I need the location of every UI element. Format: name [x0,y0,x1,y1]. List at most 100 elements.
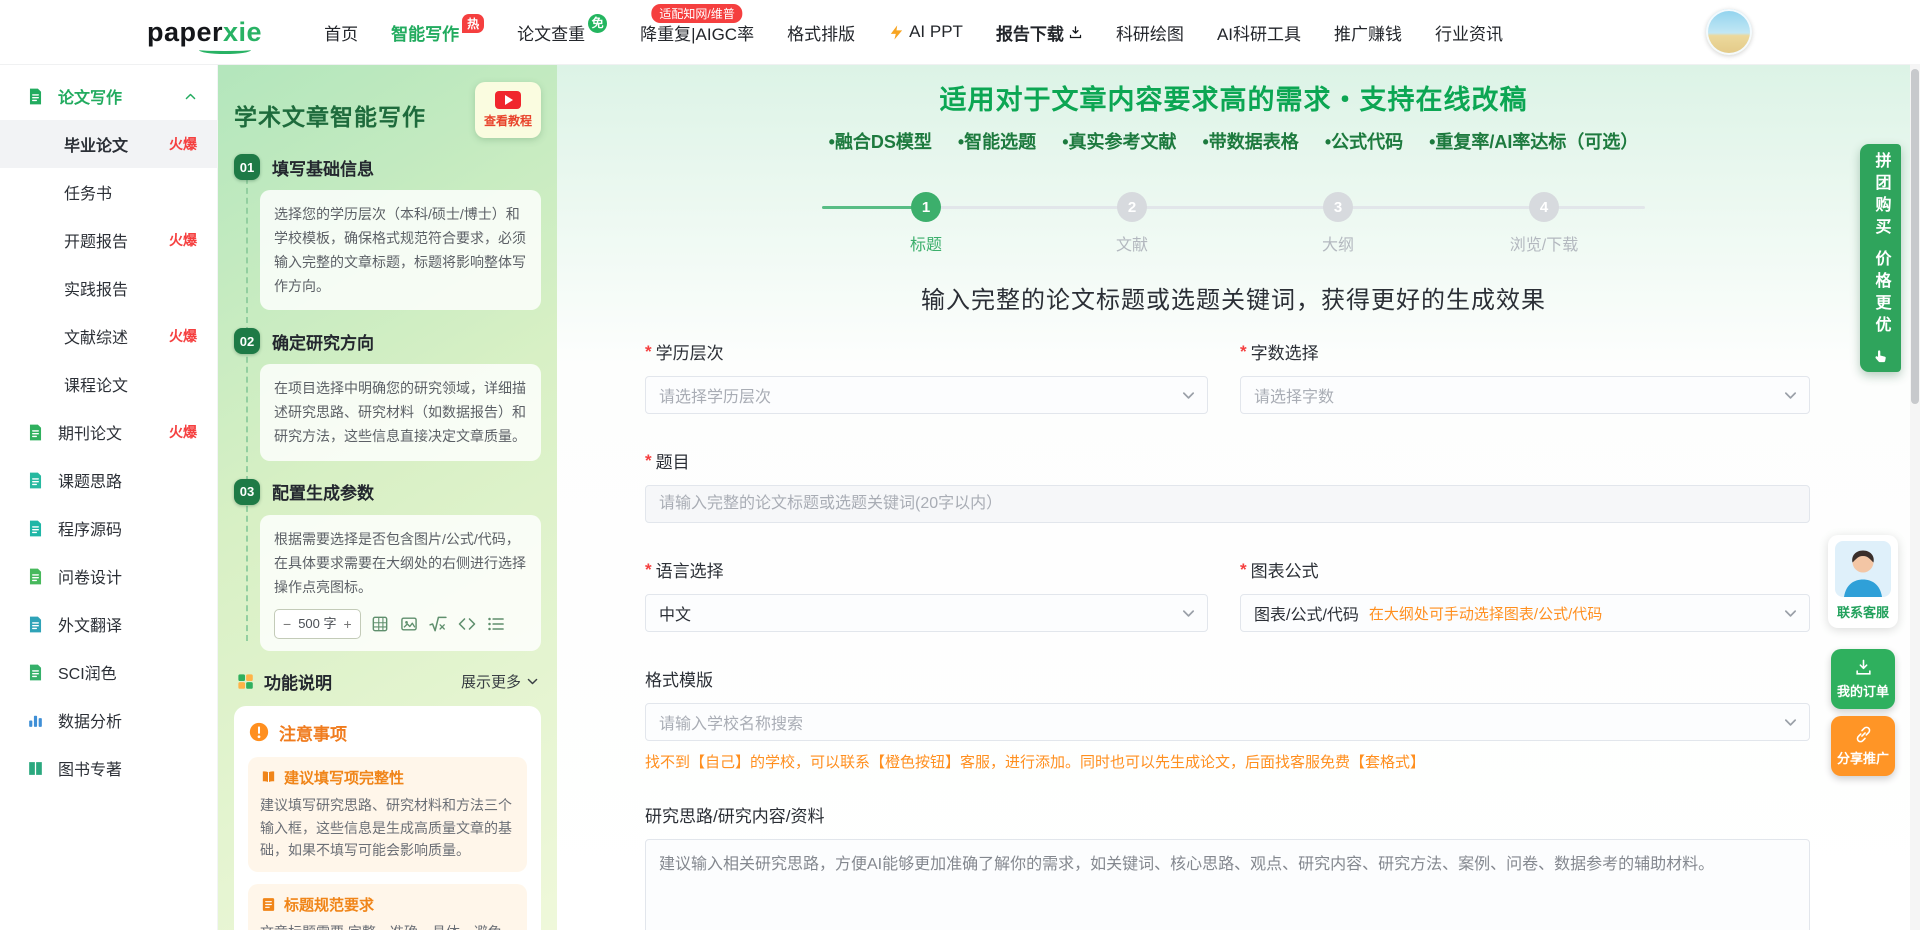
notice-item-title: 标题规范要求 [284,894,374,915]
group-buy-banner[interactable]: 拼团购买 价格更优 [1860,144,1901,372]
sidebar-item-data-analysis[interactable]: 数据分析 [0,696,217,744]
link-icon [1854,725,1873,744]
chevron-down-icon [1181,606,1196,621]
outline-list-icon[interactable] [486,614,506,634]
code-icon[interactable] [457,614,477,634]
notice-item-body: 建议填写研究思路、研究材料和方法三个输入框，这些信息是生成高质量文章的基础，如果… [260,794,515,862]
step-outline[interactable]: 3 大纲 [1268,192,1408,255]
nav-item-ai-ppt[interactable]: AI PPT [888,22,963,42]
degree-label: * 学历层次 [645,339,1208,364]
step-number-badge: 01 [234,154,260,180]
guide-step-2-desc: 在项目选择中明确您的研究领域，详细描述研究思路、研究材料（如数据报告）和研究方法… [260,364,541,460]
select-placeholder: 请选择学历层次 [659,383,771,407]
logo-underline [199,46,251,54]
formula-icon[interactable] [428,614,448,634]
nav-item-smart-writing[interactable]: 智能写作 热 [391,20,484,45]
research-textarea-wrap: 0/1500 [645,839,1810,930]
show-more-button[interactable]: 展示更多 [461,671,539,692]
page-scrollbar[interactable] [1910,64,1920,930]
sidebar-item-proposal-report[interactable]: 开题报告 火爆 [0,216,217,264]
sidebar-item-label: 外文翻译 [58,612,122,636]
step-circle: 2 [1117,192,1147,222]
field-label-text: 图表公式 [1251,557,1319,582]
left-sidebar: 论文写作 毕业论文 火爆 任务书 开题报告 火爆 实践报告 文献综述 火爆 课程… [0,64,218,930]
minus-button[interactable]: − [283,612,291,636]
guide-step-title: 填写基础信息 [272,155,374,180]
sidebar-item-foreign-translation[interactable]: 外文翻译 [0,600,217,648]
nav-label: 智能写作 [391,20,459,45]
journal-paper-icon [26,423,45,442]
feature-item: •公式代码 [1325,128,1403,154]
nav-item-plagiarism-check[interactable]: 论文查重 免 [517,20,607,45]
nav-item-format-typeset[interactable]: 格式排版 [787,20,855,45]
degree-select[interactable]: 请选择学历层次 [645,376,1208,414]
word-count-select[interactable]: 请选择字数 [1240,376,1810,414]
image-icon[interactable] [399,614,419,634]
sidebar-item-label: 开题报告 [64,228,128,252]
plus-button[interactable]: + [344,612,352,636]
sidebar-item-questionnaire-design[interactable]: 问卷设计 [0,552,217,600]
download-arrow-icon [1068,25,1083,40]
notice-item-completeness: 建议填写项完整性 建议填写研究思路、研究材料和方法三个输入框，这些信息是生成高质… [248,757,527,872]
step-title[interactable]: 1 标题 [856,192,996,255]
sidebar-item-graduation-thesis[interactable]: 毕业论文 火爆 [0,120,217,168]
contact-service-widget[interactable]: 联系客服 [1828,535,1898,628]
notice-card: 注意事项 建议填写项完整性 建议填写研究思路、研究材料和方法三个输入框，这些信息… [234,706,541,930]
template-select[interactable]: 请输入学校名称搜索 [645,703,1810,741]
language-select[interactable]: 中文 [645,594,1208,632]
title-input[interactable] [645,485,1810,523]
step-preview-download[interactable]: 4 浏览/下载 [1474,192,1614,255]
sidebar-item-label: 课程论文 [64,372,128,396]
view-tutorial-button[interactable]: 查看教程 [475,82,541,138]
notice-item-title: 建议填写项完整性 [284,767,404,788]
template-label: 格式模版 [645,666,1810,691]
nav-item-home[interactable]: 首页 [324,20,358,45]
sidebar-item-task-book[interactable]: 任务书 [0,168,217,216]
my-orders-button[interactable]: 我的订单 [1831,649,1895,709]
share-promote-button[interactable]: 分享推广 [1831,716,1895,776]
sidebar-item-journal-paper[interactable]: 期刊论文 火爆 [0,408,217,456]
sidebar-group-paper-writing[interactable]: 论文写作 [0,72,217,120]
feature-item: •带数据表格 [1203,128,1299,154]
sidebar-item-sci-polish[interactable]: SCI润色 [0,648,217,696]
guide-step-1-desc: 选择您的学历层次（本科/硕士/博士）和学校模板，确保格式规范符合要求，必须输入完… [260,190,541,310]
language-label: * 语言选择 [645,557,1208,582]
sidebar-item-topic-ideas[interactable]: 课题思路 [0,456,217,504]
sci-polish-icon [26,663,45,682]
brand-logo[interactable]: paperxie [147,17,262,48]
guide-step-3-header: 03 配置生成参数 [234,479,541,505]
sidebar-item-course-paper[interactable]: 课程论文 [0,360,217,408]
scrollbar-thumb[interactable] [1911,69,1919,404]
table-icon[interactable] [370,614,390,634]
notice-item-header: 建议填写项完整性 [260,767,515,788]
step-literature[interactable]: 2 文献 [1062,192,1202,255]
guide-step-title: 确定研究方向 [272,329,374,354]
sidebar-item-practice-report[interactable]: 实践报告 [0,264,217,312]
research-textarea[interactable] [645,839,1810,930]
nav-item-promotion-earn[interactable]: 推广赚钱 [1334,20,1402,45]
features-label: 功能说明 [264,669,332,694]
step-label: 文献 [1062,231,1202,255]
sidebar-item-book-monograph[interactable]: 图书专著 [0,744,217,792]
nav-item-ai-research-tools[interactable]: AI科研工具 [1217,20,1301,45]
chart-formula-select[interactable]: 图表/公式/代码 在大纲处可手动选择图表/公式/代码 [1240,594,1810,632]
hot-tag: 火爆 [169,134,197,154]
sidebar-item-source-code[interactable]: 程序源码 [0,504,217,552]
word-count-stepper[interactable]: − 500 字 + [274,609,361,639]
notice-title: 注意事项 [279,720,347,745]
chevron-down-icon [1783,388,1798,403]
field-label-text: 题目 [656,448,690,473]
banner-title: 适用对于文章内容要求高的需求・支持在线改稿 [557,78,1910,117]
nav-item-industry-news[interactable]: 行业资讯 [1435,20,1503,45]
select-placeholder: 请选择字数 [1254,383,1334,407]
sidebar-item-literature-review[interactable]: 文献综述 火爆 [0,312,217,360]
required-asterisk: * [1240,560,1247,580]
required-asterisk: * [645,342,652,362]
user-avatar[interactable] [1706,9,1752,55]
group-buy-text-1: 拼团购买 [1869,152,1893,240]
nav-item-research-drawing[interactable]: 科研绘图 [1116,20,1184,45]
nav-item-report-download[interactable]: 报告下载 [996,20,1083,45]
hot-badge: 热 [462,14,484,33]
nav-item-reduce-aigc[interactable]: 适配知网/维普 降重复|AIGC率 [640,20,754,45]
questionnaire-icon [26,567,45,586]
